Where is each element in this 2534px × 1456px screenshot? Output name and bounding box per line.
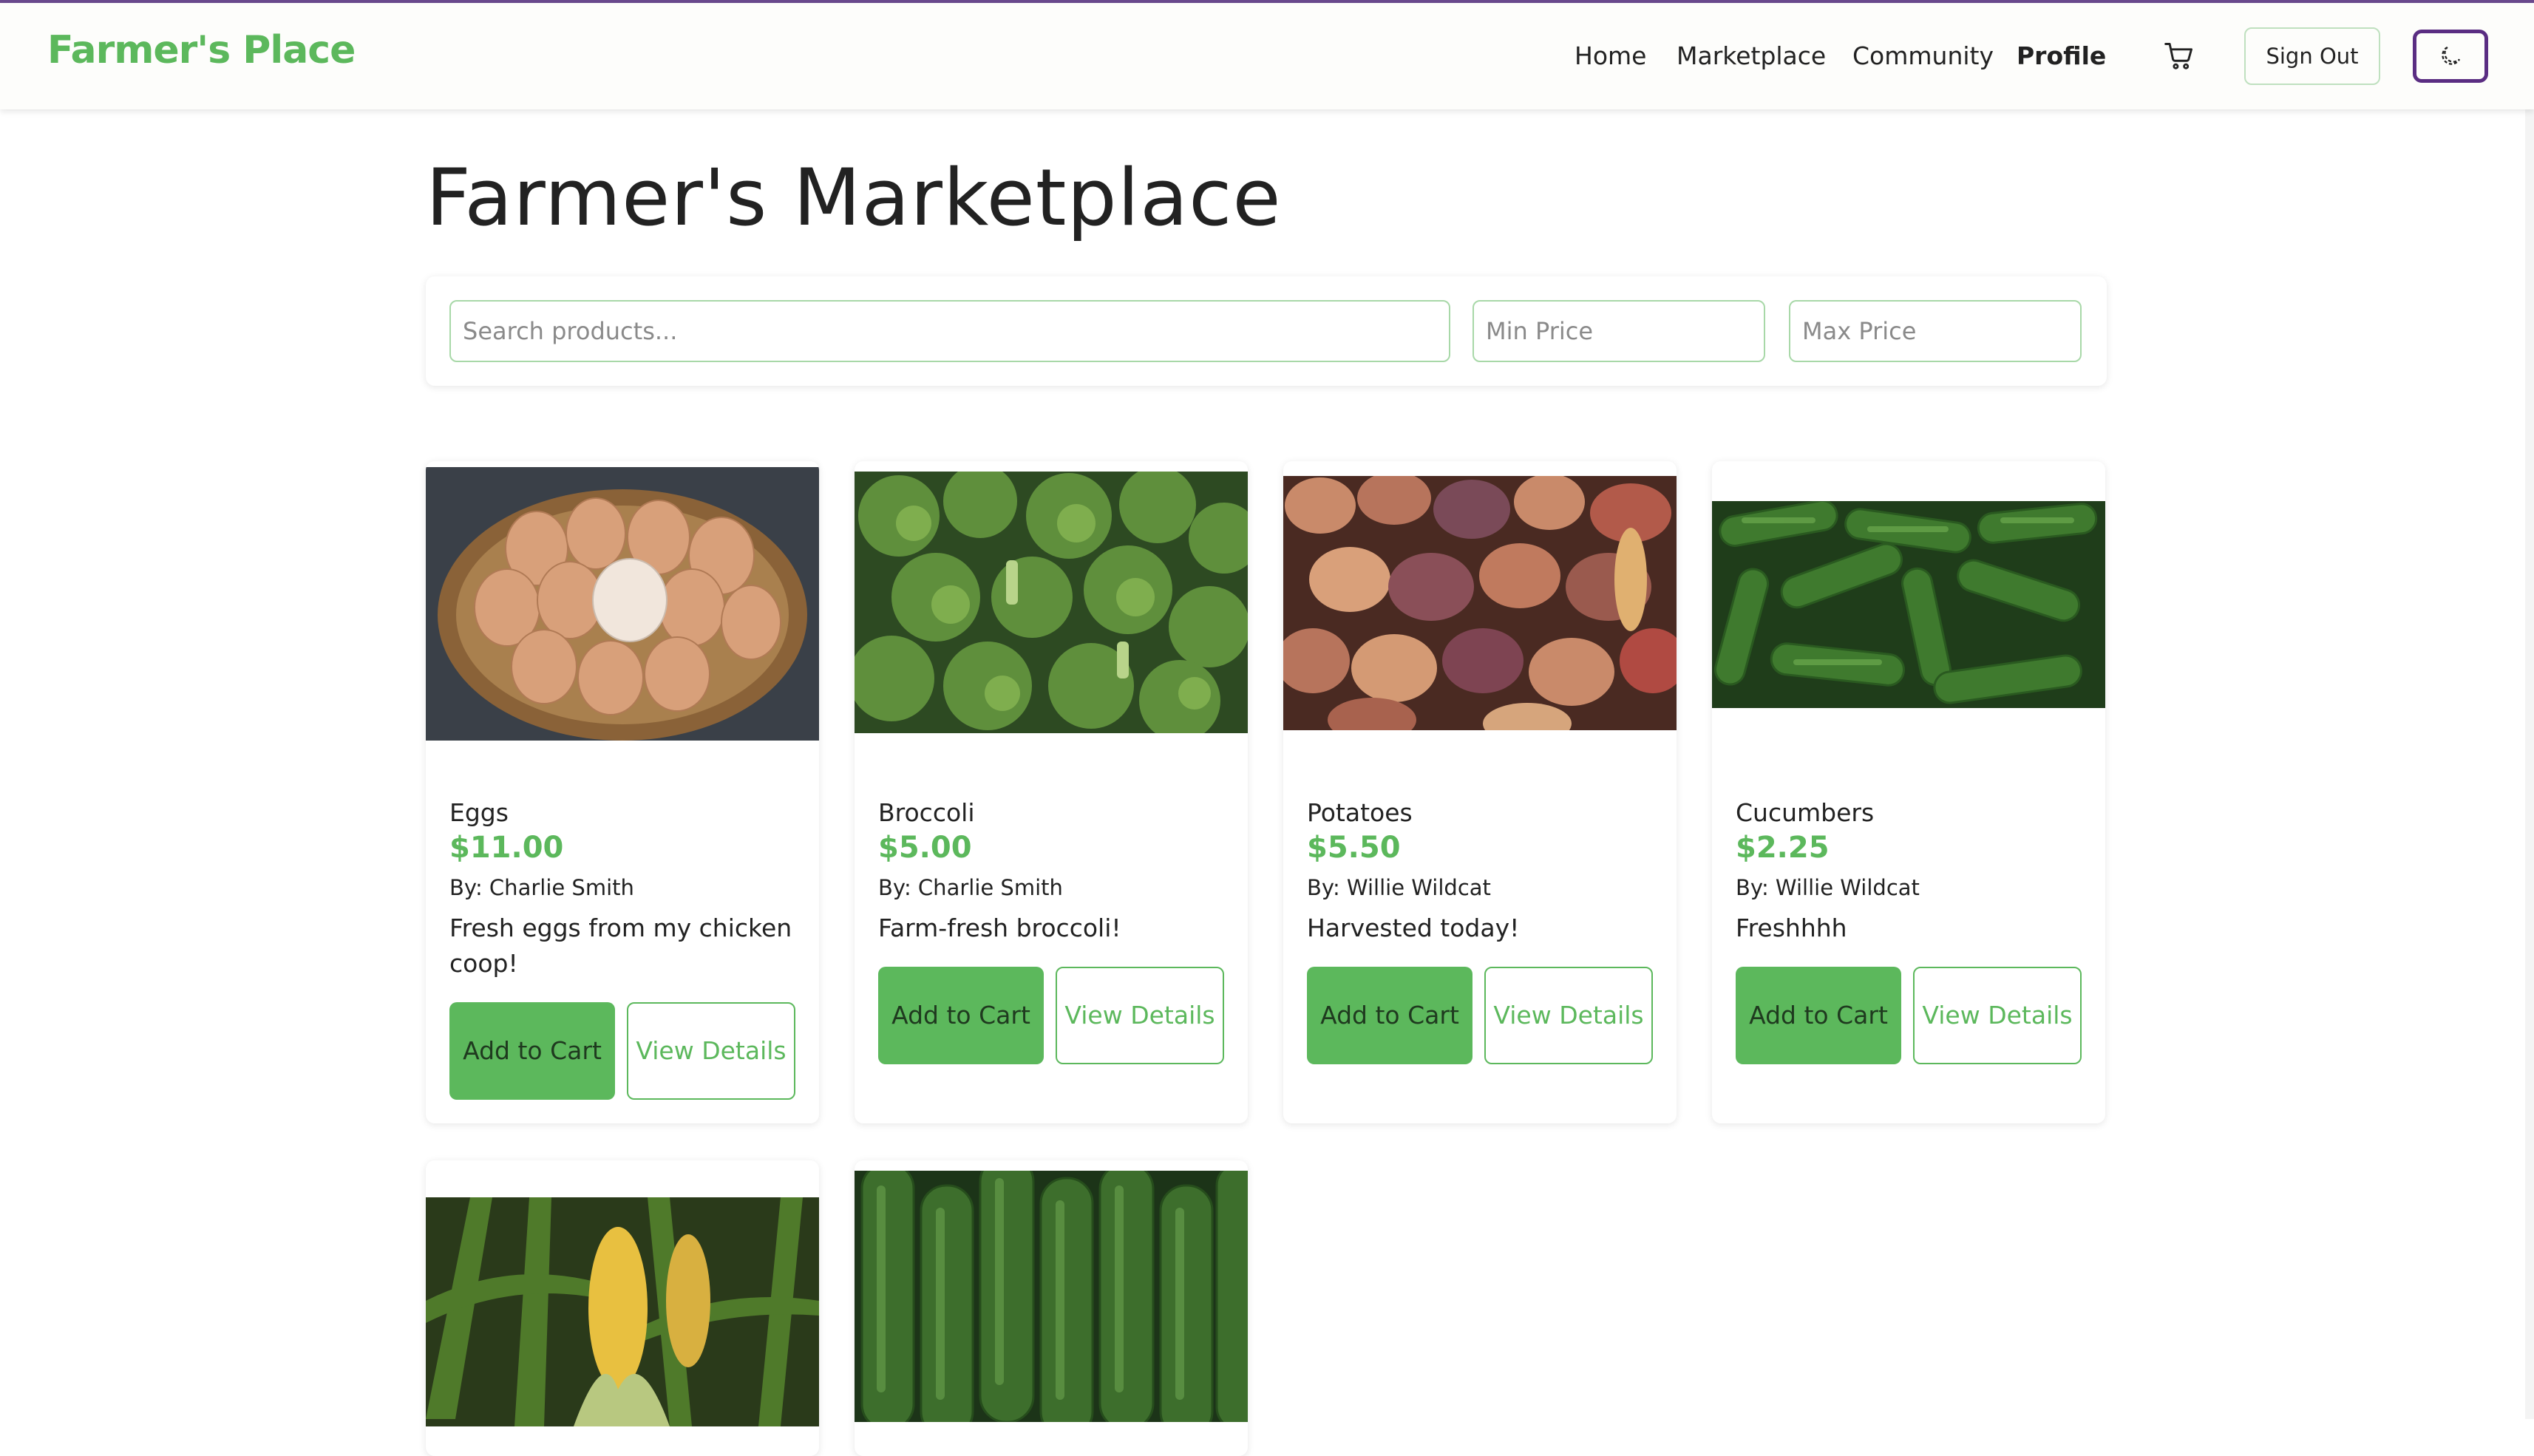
product-card: Broccoli $5.00 By: Charlie Smith Farm-fr…: [855, 461, 1248, 1123]
sign-out-button[interactable]: Sign Out: [2244, 27, 2380, 85]
nav-community[interactable]: Community: [1852, 41, 1994, 70]
nav-marketplace[interactable]: Marketplace: [1677, 41, 1826, 70]
moon-icon: [2442, 46, 2461, 65]
product-card: Cucumbers $2.25 By: Willie Wildcat Fresh…: [1712, 461, 2105, 1123]
product-price: $5.50: [1307, 831, 1401, 865]
add-to-cart-button[interactable]: Add to Cart: [1307, 967, 1472, 1064]
product-name: Potatoes: [1307, 798, 1413, 827]
product-image-potatoes[interactable]: [1283, 476, 1677, 730]
product-image-broccoli[interactable]: [855, 472, 1248, 733]
site-logo[interactable]: Farmer's Place: [47, 28, 356, 72]
view-details-button[interactable]: View Details: [1913, 967, 2082, 1064]
add-to-cart-button[interactable]: Add to Cart: [449, 1002, 615, 1100]
product-card: [426, 1160, 819, 1456]
product-seller: By: Charlie Smith: [449, 875, 634, 900]
filter-bar: [426, 276, 2107, 386]
theme-toggle-button[interactable]: [2413, 30, 2488, 83]
product-price: $5.00: [878, 831, 972, 865]
min-price-input[interactable]: [1472, 300, 1765, 362]
add-to-cart-button[interactable]: Add to Cart: [878, 967, 1044, 1064]
site-header: Farmer's Place Home Marketplace Communit…: [0, 3, 2534, 109]
product-image-cucumbers[interactable]: [1712, 501, 2105, 708]
product-description: Harvested today!: [1307, 914, 1520, 942]
product-description: Farm-fresh broccoli!: [878, 914, 1121, 942]
page-title: Farmer's Marketplace: [426, 152, 1282, 243]
search-input[interactable]: [449, 300, 1450, 362]
product-image-eggs[interactable]: [426, 467, 819, 741]
product-seller: By: Willie Wildcat: [1307, 875, 1491, 900]
shopping-cart-icon[interactable]: [2163, 40, 2195, 72]
nav-profile[interactable]: Profile: [2017, 41, 2106, 70]
product-image-corn[interactable]: [426, 1197, 819, 1426]
view-details-button[interactable]: View Details: [1056, 967, 1224, 1064]
product-description: Fresh eggs from my chicken coop!: [449, 914, 792, 978]
product-name: Broccoli: [878, 798, 975, 827]
max-price-input[interactable]: [1789, 300, 2082, 362]
product-card: [855, 1160, 1248, 1456]
view-details-button[interactable]: View Details: [627, 1002, 795, 1100]
product-name: Eggs: [449, 798, 509, 827]
product-seller: By: Willie Wildcat: [1736, 875, 1920, 900]
product-seller: By: Charlie Smith: [878, 875, 1063, 900]
product-price: $2.25: [1736, 831, 1830, 865]
product-image-cucumbers-closeup[interactable]: [855, 1171, 1248, 1422]
product-name: Cucumbers: [1736, 798, 1875, 827]
add-to-cart-button[interactable]: Add to Cart: [1736, 967, 1901, 1064]
nav-home[interactable]: Home: [1575, 41, 1646, 70]
view-details-button[interactable]: View Details: [1484, 967, 1653, 1064]
page-scroll-edge: [2525, 109, 2534, 1419]
product-price: $11.00: [449, 831, 564, 865]
product-card: Eggs $11.00 By: Charlie Smith Fresh eggs…: [426, 461, 819, 1123]
product-description: Freshhhh: [1736, 914, 1847, 942]
product-card: Potatoes $5.50 By: Willie Wildcat Harves…: [1283, 461, 1677, 1123]
